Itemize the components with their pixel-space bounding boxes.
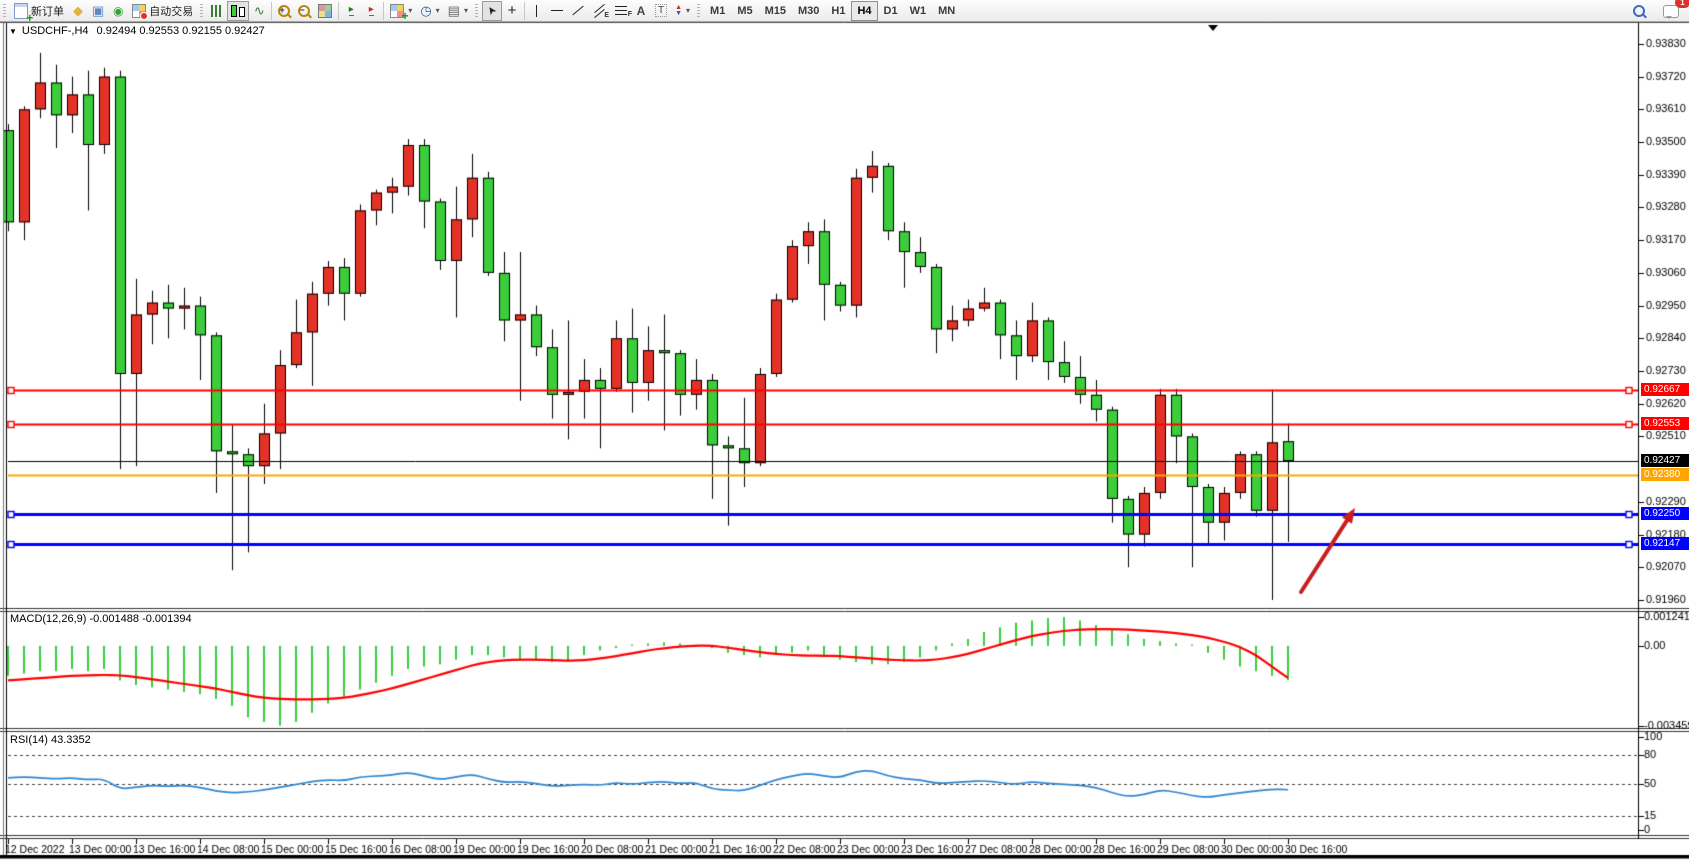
price-badge: 0.92380 [1641,468,1689,481]
price-badge: 0.92553 [1641,417,1689,430]
macd-label: MACD(12,26,9) -0.001488 -0.001394 [10,613,192,625]
trendline-icon [572,6,583,16]
templates-icon: ▤ [448,3,460,19]
toolbar-grip[interactable] [200,4,203,18]
bar-chart-icon [211,5,223,17]
horizontal-line-button[interactable] [547,1,567,21]
chevron-down-icon: ▾ [408,6,412,15]
timeframe-h4-button[interactable]: H4 [851,1,877,21]
zoom-in-button[interactable]: + [274,1,294,21]
tile-windows-icon [318,4,332,18]
zoom-out-button[interactable]: − [294,1,314,21]
gold-icon: ◆ [73,3,83,19]
periods-clock-icon: ◷ [420,3,431,19]
candlestick-chart-icon [231,4,245,17]
timeframe-d1-button[interactable]: D1 [878,1,904,21]
line-chart-icon: ∿ [254,3,265,19]
new-chart-button[interactable]: +▾ [386,1,416,21]
text-button[interactable]: A [631,1,651,21]
gold-button[interactable]: ◆ [68,1,88,21]
fibonacci-icon: F [615,6,627,15]
price-badge: 0.92667 [1641,383,1689,396]
price-badge: 0.92250 [1641,507,1689,520]
toolbar-grip[interactable] [697,4,700,18]
templates-button[interactable]: ▤▾ [444,1,472,21]
trendline-button[interactable] [567,1,589,21]
chart-symbol-period: USDCHF-,H4 [22,25,89,37]
new-order-icon: + [14,3,28,19]
autotrade-label: 自动交易 [149,3,193,19]
new-order-button[interactable]: + 新订单 [10,1,68,21]
timeframe-m1-button[interactable]: M1 [704,1,731,21]
chevron-down-icon: ▾ [436,6,440,15]
cursor-button[interactable]: ➤ [482,1,502,21]
auto-scroll-button[interactable]: ▸ [341,1,361,21]
chart-ohlc-values: 0.92494 0.92553 0.92155 0.92427 [97,25,265,37]
timeframe-h1-button[interactable]: H1 [825,1,851,21]
bar-chart-button[interactable] [207,1,227,21]
tile-windows-button[interactable] [314,1,336,21]
toolbar-grip[interactable] [475,4,478,18]
chart-canvas[interactable] [0,22,1689,860]
chart-shift-icon: ▸ [369,5,374,16]
notifications-button[interactable]: 1 [1659,1,1683,21]
new-chart-icon: + [390,4,404,18]
timeframe-m30-button[interactable]: M30 [792,1,825,21]
horizontal-line-icon [551,10,563,11]
arrows-icon: ▲▼ [675,5,682,17]
vertical-line-icon [536,5,537,17]
crosshair-icon: + [508,5,517,17]
autotrade-button[interactable]: 自动交易 [128,1,197,21]
terminal-button[interactable]: ▣ [88,1,108,21]
autotrade-icon [132,4,146,18]
text-icon: A [637,4,646,18]
timeframe-m15-button[interactable]: M15 [759,1,792,21]
rsi-label: RSI(14) 43.3352 [10,734,91,746]
main-toolbar: + 新订单 ◆ ▣ ◉ 自动交易 ∿ + − ▸ ▸ +▾ ◷▾ ▤▾ ➤ + … [0,0,1689,22]
signal-button[interactable]: ◉ [108,1,128,21]
auto-scroll-icon: ▸ [349,5,354,16]
channel-button[interactable]: E [589,1,611,21]
fibonacci-button[interactable]: F [611,1,631,21]
toolbar-grip[interactable] [3,4,6,18]
new-order-label: 新订单 [31,3,64,19]
arrows-button[interactable]: ▲▼ ▾ [671,1,694,21]
signal-icon: ◉ [113,4,123,18]
periods-button[interactable]: ◷▾ [416,1,443,21]
crosshair-button[interactable]: + [502,1,522,21]
search-button[interactable] [1629,1,1649,21]
price-badge: 0.92427 [1641,454,1689,467]
timeframe-m5-button[interactable]: M5 [731,1,758,21]
vertical-line-button[interactable] [527,1,547,21]
timeframe-mn-button[interactable]: MN [932,1,961,21]
chart-shift-button[interactable]: ▸ [361,1,381,21]
text-label-button[interactable]: T [651,1,671,21]
price-badge: 0.92147 [1641,537,1689,550]
cursor-icon: ➤ [484,3,500,18]
mt4-window: + 新订单 ◆ ▣ ◉ 自动交易 ∿ + − ▸ ▸ +▾ ◷▾ ▤▾ ➤ + … [0,0,1689,860]
line-chart-button[interactable]: ∿ [249,1,269,21]
candlestick-chart-button[interactable] [227,1,249,21]
terminal-icon: ▣ [92,3,104,19]
text-label-icon: T [655,4,667,17]
equidistant-channel-icon: E [593,5,607,17]
zoom-in-icon: + [278,5,290,17]
zoom-out-icon: − [298,5,310,17]
search-icon [1633,5,1645,17]
notification-badge: 1 [1675,0,1689,8]
timeframe-w1-button[interactable]: W1 [904,1,933,21]
chart-title: ▼ USDCHF-,H4 0.92494 0.92553 0.92155 0.924… [9,25,265,37]
chevron-down-icon: ▾ [464,6,468,15]
window-menu-icon[interactable]: ▼ [9,27,17,36]
chevron-down-icon: ▾ [686,6,690,15]
